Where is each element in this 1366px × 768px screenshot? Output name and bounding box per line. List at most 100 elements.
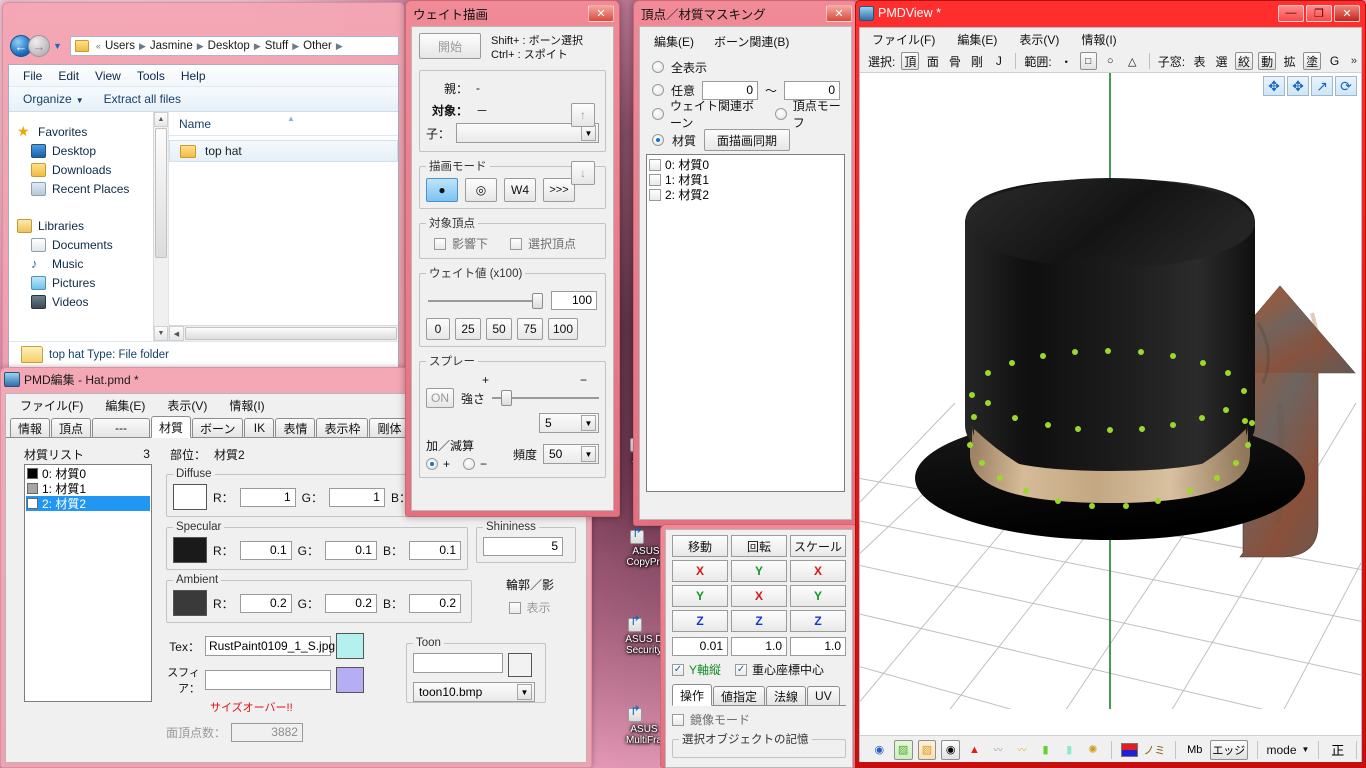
tex-input[interactable]: RustPaint0109_1_S.jpg bbox=[204, 636, 335, 656]
weight-preset-100[interactable]: 100 bbox=[548, 318, 578, 340]
move-plane-gizmo-icon[interactable]: ✥ bbox=[1263, 76, 1285, 96]
tab-ik[interactable]: IK bbox=[244, 418, 275, 437]
tree-item-music[interactable]: ♪ Music bbox=[17, 254, 168, 273]
scale-z-button[interactable]: Z bbox=[790, 610, 846, 632]
tree-item-recent-places[interactable]: Recent Places bbox=[17, 179, 168, 198]
child-select-toggle[interactable]: 選 bbox=[1213, 52, 1230, 70]
toolbar-overflow-icon[interactable]: » bbox=[1351, 55, 1357, 67]
weight-preset-50[interactable]: 50 bbox=[486, 318, 512, 340]
weight-paint-window[interactable]: ウェイト描画 ✕ 開始 Shift+ : ボーン選択 Ctrl+ : スポイト … bbox=[405, 0, 620, 517]
tab-info[interactable]: 情報 bbox=[10, 418, 51, 437]
vertex-material-masking-window[interactable]: 頂点／材質マスキング ✕ 編集(E) ボーン関連(B) 全表示 任意 0 ～ 0… bbox=[633, 0, 858, 526]
close-icon[interactable]: ✕ bbox=[1334, 4, 1360, 22]
start-button[interactable]: 開始 bbox=[419, 33, 481, 59]
scale-x-button[interactable]: X bbox=[790, 560, 846, 582]
specular-color-swatch[interactable] bbox=[172, 537, 207, 563]
material-list[interactable]: 0: 材質0 1: 材質1 2: 材質2 bbox=[24, 464, 152, 702]
tab-display-frame[interactable]: 表示枠 bbox=[316, 418, 369, 437]
centroid-center-checkbox[interactable] bbox=[735, 663, 748, 676]
draw-mode-w4-button[interactable]: W4 bbox=[504, 178, 536, 202]
menu-view[interactable]: 表示(V) bbox=[167, 397, 207, 414]
specular-g-input[interactable]: 0.1 bbox=[324, 540, 377, 560]
influenced-checkbox-row[interactable]: 影響下 bbox=[434, 235, 488, 252]
forward-icon[interactable]: → bbox=[28, 35, 50, 57]
child-transform-toggle[interactable]: 動 bbox=[1258, 52, 1277, 70]
weight-preset-0[interactable]: 0 bbox=[426, 318, 450, 340]
toon-preset-select[interactable]: toon10.bmp ▼ bbox=[412, 682, 535, 702]
masking-material-list[interactable]: 0: 材質0 1: 材質1 2: 材質2 bbox=[646, 154, 845, 492]
transform-panel-window[interactable]: 移動 回転 スケール X Y X Y X Y Z Z Z 0.01 1.0 1.… bbox=[660, 524, 858, 768]
maximize-icon[interactable]: ❐ bbox=[1306, 4, 1332, 22]
select-bone-toggle[interactable]: 骨 bbox=[946, 52, 963, 70]
weight-slider-thumb[interactable] bbox=[532, 292, 543, 309]
tab-operation[interactable]: 操作 bbox=[672, 684, 713, 706]
select-face-toggle[interactable]: 面 bbox=[924, 52, 941, 70]
list-item[interactable]: 2: 材質2 bbox=[649, 187, 842, 202]
specular-r-input[interactable]: 0.1 bbox=[239, 540, 292, 560]
background-color-icon[interactable] bbox=[1121, 742, 1139, 757]
range-rect-toggle[interactable]: □ bbox=[1079, 52, 1097, 70]
tree-item-pictures[interactable]: Pictures bbox=[17, 273, 168, 292]
material-checkbox[interactable] bbox=[649, 188, 661, 201]
cyan-capsule-icon[interactable]: ▮ bbox=[1060, 740, 1079, 760]
tab-blank[interactable]: --- bbox=[92, 418, 151, 437]
recent-pages-chevron-icon[interactable]: ▼ bbox=[53, 41, 62, 51]
select-joint-toggle[interactable]: J bbox=[990, 52, 1007, 70]
tab-morph[interactable]: 表情 bbox=[275, 418, 316, 437]
list-item[interactable]: 0: 材質0 bbox=[649, 157, 842, 172]
menu-edit[interactable]: 編集(E) bbox=[957, 31, 997, 48]
rotate-z-button[interactable]: Z bbox=[731, 610, 787, 632]
green-capsule-icon[interactable]: ▮ bbox=[1036, 740, 1055, 760]
windows-explorer-window[interactable]: ← → ▼ « Users ▶ Jasmine ▶ Desktop ▶ Stuf… bbox=[2, 2, 405, 374]
origin-toggle-icon[interactable]: ◉ bbox=[870, 740, 889, 760]
organize-button[interactable]: Organize ▼ bbox=[23, 92, 84, 106]
strength-slider-thumb[interactable] bbox=[500, 390, 512, 406]
outline-display-checkbox[interactable] bbox=[509, 601, 522, 614]
scroll-down-icon[interactable]: ▼ bbox=[154, 326, 168, 341]
move-axis-gizmo-icon[interactable]: ↗ bbox=[1311, 76, 1333, 96]
list-item[interactable]: 1: 材質1 bbox=[649, 172, 842, 187]
column-header-name[interactable]: Name ▲ bbox=[169, 112, 398, 136]
tree-group-favorites[interactable]: ★ Favorites bbox=[17, 122, 168, 141]
shininess-input[interactable]: 5 bbox=[483, 537, 563, 556]
weight-preset-25[interactable]: 25 bbox=[455, 318, 481, 340]
face-draw-sync-button[interactable]: 面描画同期 bbox=[704, 129, 791, 151]
child-paint-toggle[interactable]: 塗 bbox=[1303, 52, 1322, 70]
show-all-radio[interactable] bbox=[652, 61, 664, 73]
tree-group-libraries[interactable]: Libraries bbox=[17, 216, 168, 235]
ambient-r-input[interactable]: 0.2 bbox=[239, 593, 292, 613]
yellow-zigzag-icon[interactable]: 〰 bbox=[1013, 740, 1032, 760]
red-triangle-icon[interactable]: ▲ bbox=[965, 740, 984, 760]
menu-help[interactable]: Help bbox=[181, 69, 206, 83]
weight-preset-75[interactable]: 75 bbox=[517, 318, 543, 340]
menu-info[interactable]: 情報(I) bbox=[1081, 31, 1116, 48]
strength-slider[interactable] bbox=[492, 390, 599, 406]
gray-zigzag-icon[interactable]: 〰 bbox=[989, 740, 1008, 760]
pmdview-titlebar[interactable]: PMDView * — ❐ ✕ bbox=[855, 0, 1366, 26]
menu-edit[interactable]: 編集(E) bbox=[654, 33, 694, 50]
move-y-button[interactable]: Y bbox=[672, 585, 728, 607]
rotate-button[interactable]: 回転 bbox=[731, 535, 787, 557]
sub-radio[interactable] bbox=[463, 458, 476, 470]
edge-button[interactable]: エッジ bbox=[1210, 739, 1248, 760]
menu-edit[interactable]: Edit bbox=[58, 69, 79, 83]
material-checkbox[interactable] bbox=[649, 173, 661, 186]
scale-y-button[interactable]: Y bbox=[790, 585, 846, 607]
tex-color-swatch[interactable] bbox=[335, 633, 364, 659]
toon-input[interactable] bbox=[412, 653, 503, 673]
scrollbar-thumb[interactable] bbox=[185, 327, 397, 340]
move-4way-gizmo-icon[interactable]: ✥ bbox=[1287, 76, 1309, 96]
ambient-color-swatch[interactable] bbox=[172, 590, 207, 616]
spray-on-button[interactable]: ON bbox=[426, 388, 454, 408]
scroll-left-icon[interactable]: ◀ bbox=[169, 326, 184, 341]
sphere-color-swatch[interactable] bbox=[335, 667, 364, 693]
select-vertex-toggle[interactable]: 頂 bbox=[901, 52, 920, 70]
sphere-input[interactable] bbox=[204, 670, 331, 690]
addr-overflow-icon[interactable]: « bbox=[96, 41, 101, 51]
vertex-morph-radio[interactable] bbox=[774, 108, 787, 120]
list-item-selected[interactable]: 2: 材質2 bbox=[26, 496, 150, 511]
menu-file[interactable]: File bbox=[23, 69, 42, 83]
selected-vertex-checkbox-row[interactable]: 選択頂点 bbox=[510, 235, 576, 252]
tab-uv[interactable]: UV bbox=[807, 686, 840, 705]
range-triangle-toggle[interactable]: △ bbox=[1124, 52, 1141, 70]
